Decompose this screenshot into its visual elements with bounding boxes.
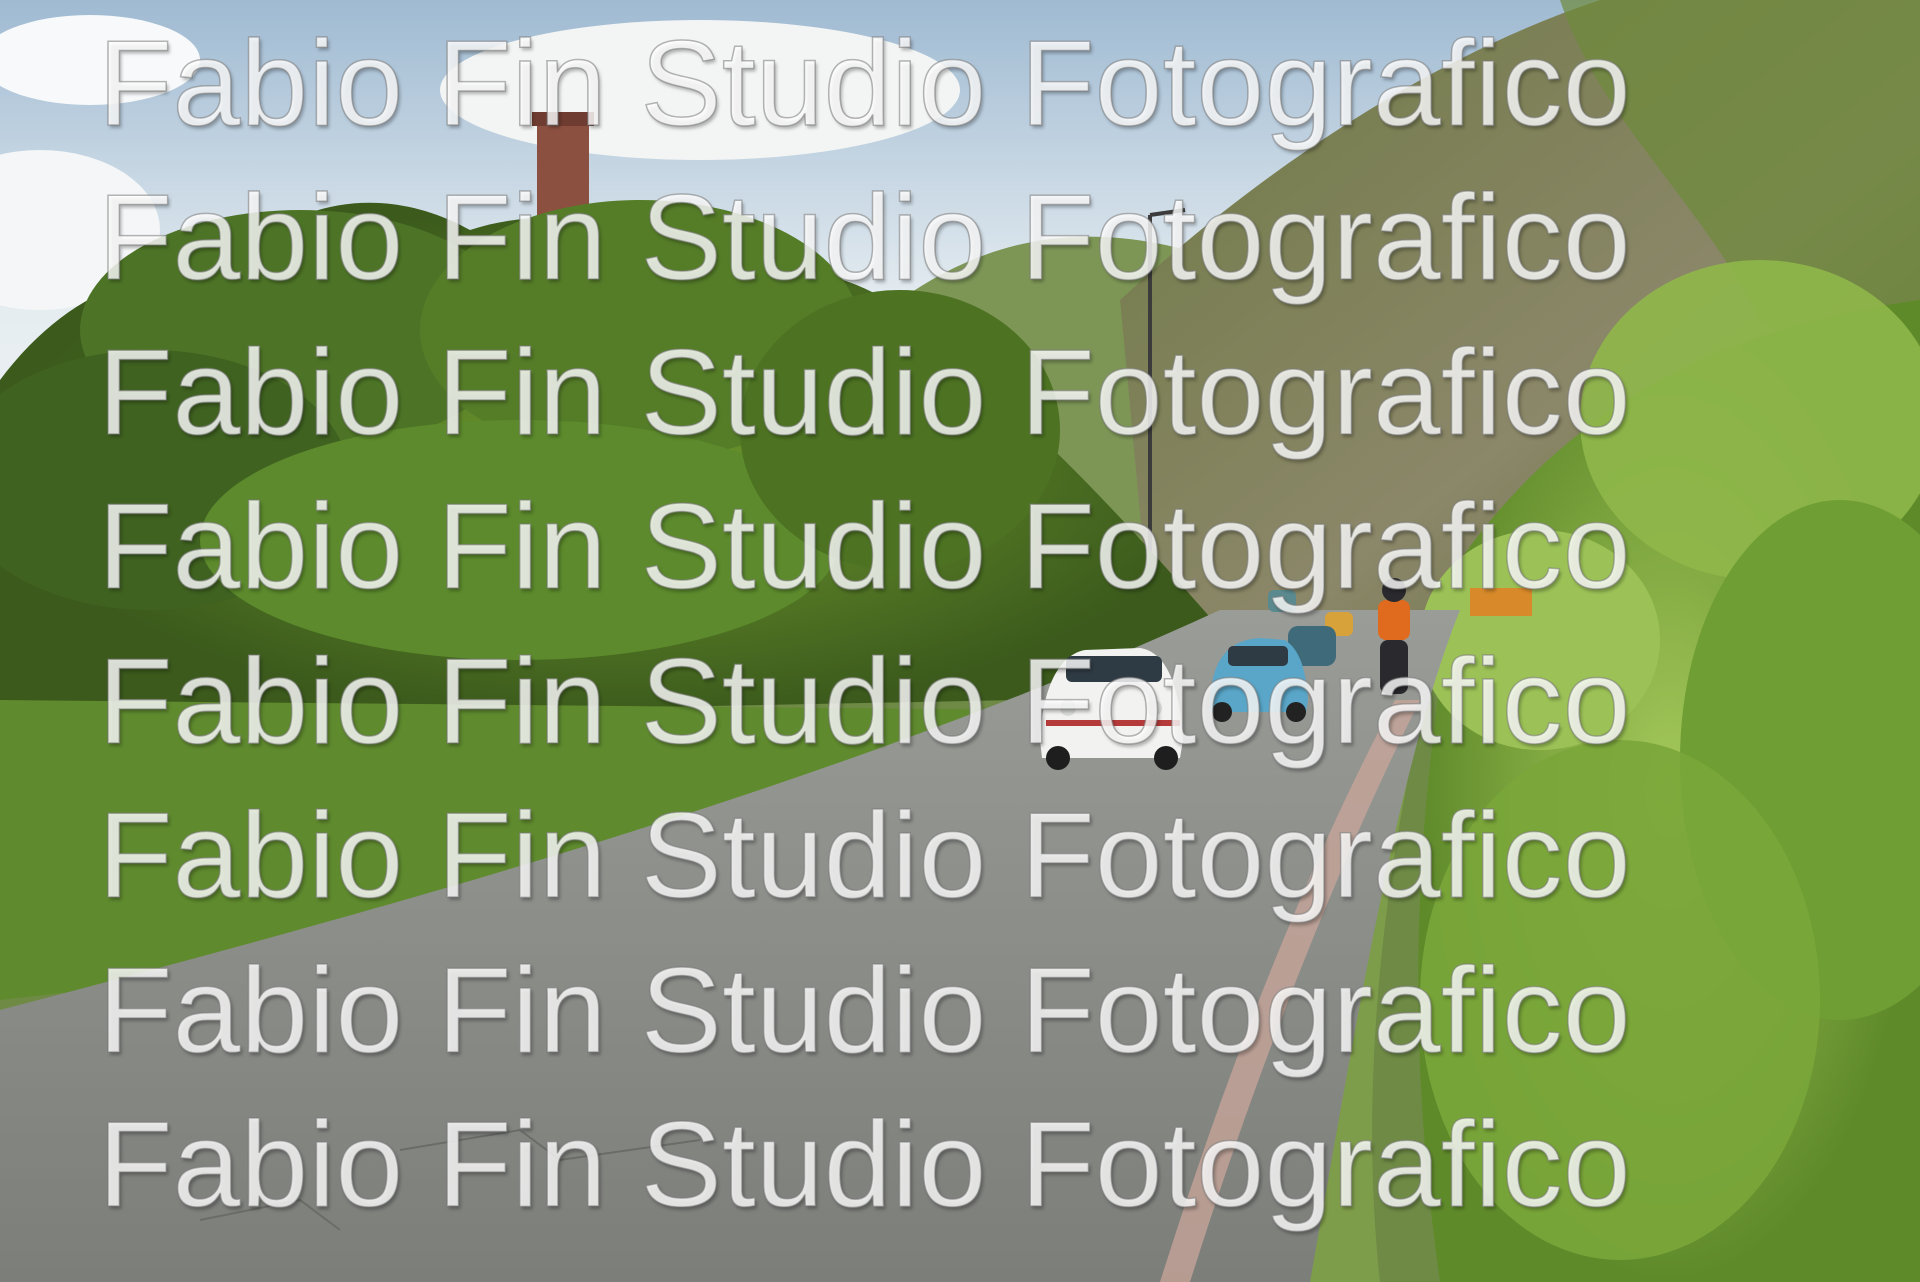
wheel [1154, 746, 1178, 770]
white-car-stripe [1046, 720, 1180, 726]
motorcycle [1380, 640, 1408, 694]
rider-helmet [1382, 578, 1406, 602]
wheel [1046, 746, 1070, 770]
white-car-window [1066, 656, 1162, 682]
photo-scene [0, 0, 1920, 1282]
rider-vest [1378, 600, 1410, 640]
headlight [1060, 700, 1076, 716]
headlight [1146, 700, 1162, 716]
blue-car-window [1228, 646, 1288, 666]
wheel [1212, 702, 1232, 722]
distant-car [1268, 590, 1296, 612]
tower-top [532, 112, 594, 126]
wheel [1286, 702, 1306, 722]
tree-canopy [740, 290, 1060, 570]
roadside-kiosk [1470, 588, 1532, 616]
cloud [440, 20, 960, 160]
shrub [1420, 740, 1820, 1260]
shrub [1420, 530, 1660, 750]
photo [0, 0, 1920, 1282]
